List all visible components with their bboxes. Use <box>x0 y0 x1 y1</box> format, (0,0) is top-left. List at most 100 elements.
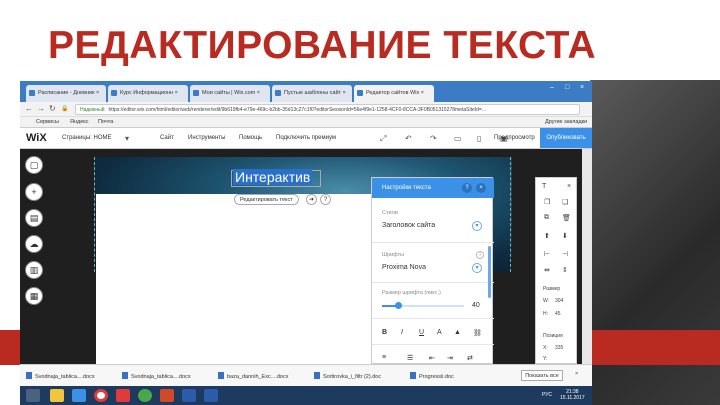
match-size-icon[interactable]: ⇕ <box>562 266 568 274</box>
chrome-icon[interactable] <box>138 389 152 402</box>
word-icon-2[interactable] <box>204 389 218 402</box>
text-color-icon[interactable]: A <box>437 329 442 336</box>
app-market-icon[interactable]: ▤ <box>25 209 43 227</box>
chevron-down-icon[interactable]: ▾ <box>472 263 482 273</box>
heading-text[interactable]: Интерактив <box>233 169 313 185</box>
media-icon[interactable]: ▥ <box>25 261 43 279</box>
download-name: Svodnaja_tablica....docx <box>35 374 95 380</box>
file-explorer-icon[interactable] <box>50 389 64 402</box>
distribute-icon[interactable]: ⇹ <box>544 266 550 274</box>
download-item[interactable]: baza_dannih_Exc....docx <box>218 372 288 380</box>
align-icon[interactable]: ≡ <box>382 354 386 361</box>
align-left-icon[interactable]: ⊢ <box>544 250 550 258</box>
tools-icon[interactable]: T <box>542 183 546 190</box>
yandex-browser-icon[interactable] <box>94 389 108 402</box>
edit-text-button[interactable]: Редактировать текст <box>234 194 299 205</box>
reload-icon[interactable]: ↻ <box>49 104 56 113</box>
background-icon[interactable]: ▢ <box>25 156 43 174</box>
highlight-icon[interactable]: ▲ <box>454 329 461 336</box>
bookmark-other[interactable]: Другие закладки <box>545 119 587 125</box>
direction-icon[interactable]: ⇄ <box>467 354 473 362</box>
menu-tools[interactable]: Инструменты <box>188 135 225 141</box>
slider-handle[interactable] <box>395 302 403 309</box>
pages-dropdown[interactable]: Страницы: HOME <box>62 135 112 141</box>
menu-upgrade[interactable]: Подключить премиум <box>276 135 336 141</box>
screenshot: Расписание - Дневник × Курс Информационн… <box>20 81 592 405</box>
underline-icon[interactable]: U <box>419 329 424 336</box>
chevron-down-icon[interactable]: ▾ <box>125 134 129 143</box>
language-indicator[interactable]: РУС <box>542 392 552 398</box>
font-size-value[interactable]: 40 <box>472 302 480 309</box>
browser-tab[interactable]: Курс Информационн × <box>108 85 188 102</box>
add-icon[interactable]: + <box>25 183 43 201</box>
browser-tab[interactable]: Мои сайты | Wix.com × <box>190 85 270 102</box>
fonts-select[interactable]: Proxima Nova <box>382 264 426 271</box>
show-all-button[interactable]: Показать все <box>521 370 563 381</box>
close-icon[interactable]: × <box>567 183 571 190</box>
copy-icon[interactable]: ❐ <box>544 198 550 206</box>
styles-select[interactable]: Заголовок сайта <box>382 222 435 229</box>
download-item[interactable]: Progressii.doc <box>410 372 454 380</box>
tab-favicon-icon <box>357 90 363 96</box>
list-icon[interactable]: ☰ <box>407 354 413 362</box>
duplicate-icon[interactable]: ⧉ <box>544 214 549 222</box>
url-field[interactable]: Надежный https://editor.wix.com/html/edit… <box>75 104 580 115</box>
vertical-scrollbar[interactable] <box>582 149 592 364</box>
forward-icon[interactable]: → <box>37 104 45 113</box>
preview-button[interactable]: Предпросмотр <box>494 135 535 141</box>
x-value[interactable]: 335 <box>555 345 563 351</box>
browser-tab-active[interactable]: Редактор сайтов Wix × <box>354 85 434 102</box>
upload-icon[interactable]: ☁ <box>25 235 43 253</box>
maximize-button[interactable]: □ <box>565 84 569 91</box>
help-icon[interactable]: ? <box>320 194 331 205</box>
blog-icon[interactable]: ▦ <box>25 287 43 305</box>
panel-close-button[interactable]: × <box>476 183 486 193</box>
mobile-view-icon[interactable]: ▯ <box>477 134 481 143</box>
close-icon[interactable]: × <box>575 371 578 377</box>
menu-site[interactable]: Сайт <box>160 135 174 141</box>
send-backward-icon[interactable]: ⬇ <box>562 232 568 240</box>
download-item[interactable]: Svodnaja_tablica....docx <box>26 372 95 380</box>
close-window-button[interactable]: × <box>580 84 584 91</box>
font-size-slider[interactable] <box>382 302 464 309</box>
width-value[interactable]: 304 <box>555 298 563 304</box>
editor-canvas: Интерактив Редактировать текст ➜ ? ▢ + ▤… <box>20 149 592 364</box>
chevron-down-icon[interactable]: ▾ <box>472 221 482 231</box>
panel-scrollbar[interactable] <box>488 246 491 298</box>
bookmark-mail[interactable]: Почта <box>98 119 113 125</box>
bookmark-yandex[interactable]: Яндекс <box>70 119 89 125</box>
delete-icon[interactable]: 🗑 <box>562 214 571 222</box>
download-item[interactable]: Sortirovka_i_filtr (2).doc <box>314 372 381 380</box>
browser-tab[interactable]: Расписание - Дневник × <box>26 85 106 102</box>
browser-tab[interactable]: Пустые шаблоны сайт × <box>272 85 352 102</box>
powerpoint-icon[interactable] <box>160 389 174 402</box>
zoom-icon[interactable]: ⤢ <box>380 134 386 144</box>
yandex-icon[interactable] <box>116 389 130 402</box>
undo-icon[interactable]: ↶ <box>405 134 412 143</box>
bookmarks-bar: Сервисы Яндекс Почта Другие закладки <box>20 117 592 128</box>
desktop-view-icon[interactable]: ▭ <box>454 134 462 143</box>
link-icon[interactable]: ⛓ <box>473 329 482 337</box>
italic-icon[interactable]: I <box>401 329 403 336</box>
animation-icon[interactable]: ➜ <box>306 194 317 205</box>
redo-icon[interactable]: ↷ <box>430 134 437 143</box>
paste-icon[interactable]: ❏ <box>562 198 568 206</box>
minimize-button[interactable]: – <box>550 84 554 91</box>
back-icon[interactable]: ← <box>25 104 33 113</box>
height-value[interactable]: 45 <box>555 311 561 317</box>
start-icon[interactable] <box>26 389 40 402</box>
panel-help-button[interactable]: ? <box>462 183 472 193</box>
clock[interactable]: 21:38 15.11.2017 <box>560 389 585 401</box>
word-icon[interactable] <box>182 389 196 402</box>
bold-icon[interactable]: B <box>382 329 387 336</box>
publish-button[interactable]: Опубликовать <box>540 128 592 148</box>
menu-help[interactable]: Помощь <box>239 135 262 141</box>
outdent-icon[interactable]: ⇥ <box>447 354 453 362</box>
align-center-icon[interactable]: ⊣ <box>562 250 568 258</box>
bookmark-apps[interactable]: Сервисы <box>36 119 59 125</box>
info-icon[interactable]: i <box>476 251 484 259</box>
download-item[interactable]: Svodnaja_tablica....docx <box>122 372 191 380</box>
bring-forward-icon[interactable]: ⬆ <box>544 232 550 240</box>
edge-icon[interactable] <box>72 389 86 402</box>
indent-icon[interactable]: ⇤ <box>429 354 435 362</box>
